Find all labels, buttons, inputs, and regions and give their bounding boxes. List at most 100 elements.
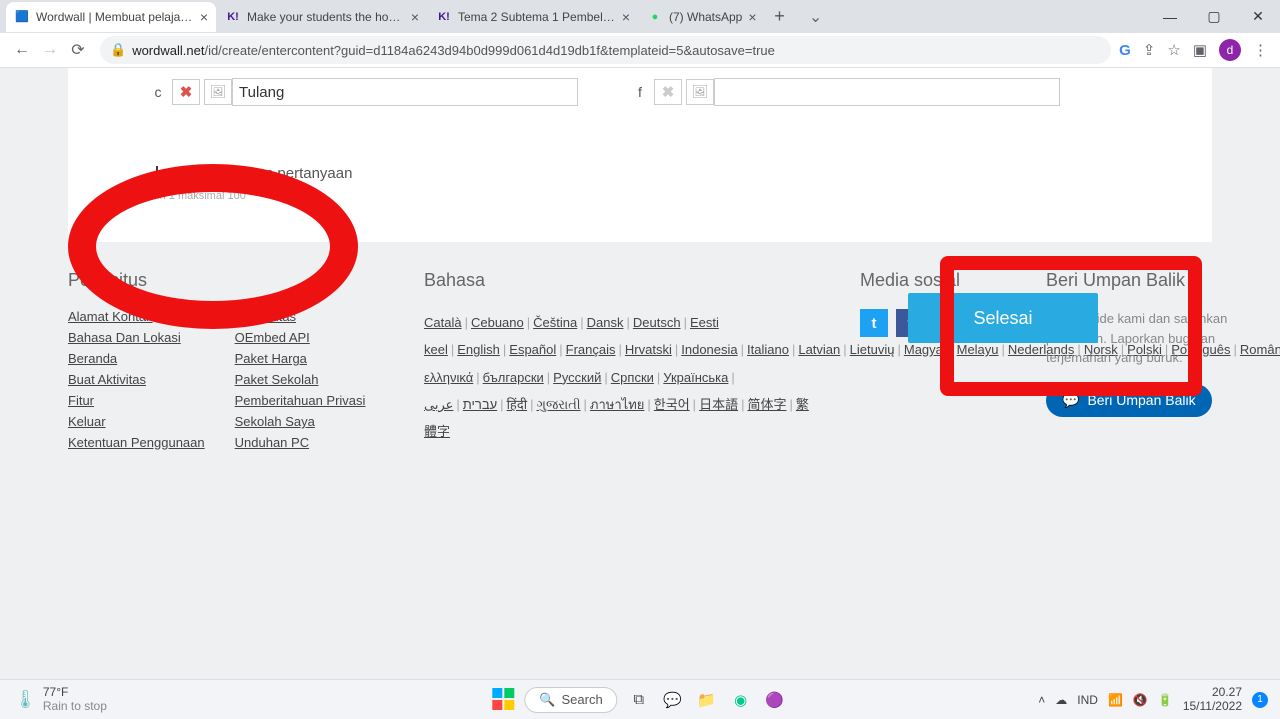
language-link[interactable]: English — [457, 342, 500, 357]
google-icon[interactable]: G — [1119, 42, 1131, 59]
url-input[interactable]: 🔒 wordwall.net/id/create/entercontent?gu… — [100, 36, 1111, 64]
language-link[interactable]: Español — [509, 342, 556, 357]
language-link[interactable]: 简体字 — [747, 397, 786, 412]
language-link[interactable]: عربى — [424, 397, 453, 412]
sitemap-link[interactable]: Paket Sekolah — [235, 372, 366, 387]
sitemap-link[interactable]: Ketentuan Penggunaan — [68, 435, 205, 450]
sitemap-link[interactable]: Paket Harga — [235, 351, 366, 366]
battery-icon[interactable]: 🔋 — [1158, 693, 1173, 707]
sitemap-link[interactable]: Komunitas — [235, 309, 366, 324]
tray-chevron-icon[interactable]: ˄ — [1038, 693, 1045, 707]
language-link[interactable]: Hrvatski — [625, 342, 672, 357]
chrome-menu-icon[interactable]: ⋮ — [1253, 41, 1268, 59]
share-icon[interactable]: ⇪ — [1143, 41, 1156, 59]
add-question-button[interactable]: ＋ Menambahkan pertanyaan — [148, 160, 352, 186]
delete-answer-button[interactable]: ✖ — [654, 79, 682, 105]
answer-c-input[interactable] — [232, 78, 578, 106]
language-link[interactable]: हिंदी — [507, 397, 528, 412]
search-label: Search — [561, 692, 602, 707]
language-link[interactable]: Српски — [611, 370, 654, 385]
tab-kahoot-2[interactable]: K! Tema 2 Subtema 1 Pembelajaran × — [428, 2, 638, 32]
sitemap-link[interactable]: Alamat Kontak — [68, 309, 205, 324]
language-link[interactable]: Dansk — [587, 315, 624, 330]
language-link[interactable]: ภาษาไทย — [590, 397, 644, 412]
reload-button[interactable]: ⟳ — [64, 36, 92, 64]
delete-answer-button[interactable]: ✖ — [172, 79, 200, 105]
language-indicator[interactable]: IND — [1077, 693, 1098, 707]
tab-title: Wordwall | Membuat pelajaran y — [36, 10, 194, 24]
taskbar-search[interactable]: 🔍 Search — [524, 687, 617, 713]
chat-icon: 💬 — [1062, 392, 1079, 409]
language-link[interactable]: Indonesia — [681, 342, 737, 357]
new-tab-button[interactable]: + — [766, 6, 794, 27]
language-link[interactable]: Català — [424, 315, 462, 330]
add-image-button[interactable]: 🖼 — [686, 79, 714, 105]
sitemap-link[interactable]: Beranda — [68, 351, 205, 366]
language-link[interactable]: Čeština — [533, 315, 577, 330]
social-heading: Media sosial — [860, 270, 1010, 291]
feedback-button[interactable]: 💬 Beri Umpan Balik — [1046, 384, 1212, 417]
edge-icon[interactable]: ◉ — [728, 687, 754, 713]
language-link[interactable]: български — [483, 370, 544, 385]
chrome-app-icon[interactable]: 🟣 — [762, 687, 788, 713]
language-link[interactable]: Українська — [663, 370, 728, 385]
language-link[interactable]: Français — [566, 342, 616, 357]
sitemap-link[interactable]: OEmbed API — [235, 330, 366, 345]
language-link[interactable]: ગુજરાતી — [537, 397, 581, 412]
language-link[interactable]: Cebuano — [471, 315, 524, 330]
tab-kahoot-1[interactable]: K! Make your students the hosts of × — [217, 2, 427, 32]
url-path: /id/create/entercontent?guid=d1184a6243d… — [204, 43, 774, 58]
language-link[interactable]: עברית — [463, 397, 497, 412]
tab-wordwall[interactable]: 🟦 Wordwall | Membuat pelajaran y × — [6, 2, 216, 32]
minimize-button[interactable]: — — [1148, 2, 1192, 32]
close-icon[interactable]: × — [411, 9, 419, 25]
weather-widget[interactable]: 🌡 77°F Rain to stop — [0, 686, 107, 712]
extensions-icon[interactable]: ▣ — [1193, 41, 1207, 59]
notification-badge[interactable]: 1 — [1252, 692, 1268, 708]
start-button[interactable] — [492, 688, 516, 712]
sitemap-link[interactable]: Fitur — [68, 393, 205, 408]
sitemap-link[interactable]: Keluar — [68, 414, 205, 429]
task-view-icon[interactable]: ⧉ — [626, 687, 652, 713]
tab-overflow-icon[interactable]: ⌄ — [794, 7, 838, 27]
volume-icon[interactable]: 🔇 — [1133, 693, 1148, 707]
sitemap-col-1: Alamat Kontak Bahasa Dan Lokasi Beranda Bua… — [68, 309, 205, 456]
sitemap-link[interactable]: Buat Aktivitas — [68, 372, 205, 387]
close-icon[interactable]: × — [748, 9, 756, 25]
twitter-icon[interactable]: t — [860, 309, 888, 337]
language-link[interactable]: ελληνικά — [424, 370, 473, 385]
tab-whatsapp[interactable]: ● (7) WhatsApp × — [639, 2, 765, 32]
language-link[interactable]: Русский — [553, 370, 601, 385]
sitemap-link[interactable]: Bahasa Dan Lokasi — [68, 330, 205, 345]
weather-desc: Rain to stop — [43, 700, 107, 713]
add-image-button[interactable]: 🖼 — [204, 79, 232, 105]
language-link[interactable]: 한국어 — [654, 397, 690, 412]
sitemap-link[interactable]: Sekolah Saya — [235, 414, 366, 429]
back-button[interactable]: ← — [8, 36, 36, 64]
answer-f-input[interactable] — [714, 78, 1060, 106]
close-icon[interactable]: × — [622, 9, 630, 25]
sitemap-link[interactable]: Unduhan PC — [235, 435, 366, 450]
wifi-icon[interactable]: 📶 — [1108, 693, 1123, 707]
close-icon[interactable]: × — [200, 9, 208, 25]
profile-avatar[interactable]: d — [1219, 39, 1241, 61]
search-icon: 🔍 — [539, 692, 555, 708]
forward-button[interactable]: → — [36, 36, 64, 64]
language-link[interactable]: Italiano — [747, 342, 789, 357]
language-link[interactable]: 日本語 — [699, 397, 738, 412]
clock[interactable]: 20.27 15/11/2022 — [1183, 686, 1242, 712]
bookmark-icon[interactable]: ☆ — [1167, 41, 1180, 59]
chat-app-icon[interactable]: 💬 — [660, 687, 686, 713]
close-window-button[interactable]: ✕ — [1236, 2, 1280, 32]
onedrive-icon[interactable]: ☁ — [1055, 693, 1067, 707]
time-label: 20.27 — [1183, 686, 1242, 699]
language-link[interactable]: Latvian — [798, 342, 840, 357]
language-heading: Bahasa — [424, 270, 824, 291]
sitemap-link[interactable]: Pemberitahuan Privasi — [235, 393, 366, 408]
answer-c-block: c ✖ 🖼 — [148, 78, 578, 106]
plus-icon: ＋ — [148, 160, 166, 186]
done-button[interactable]: Selesai — [908, 293, 1098, 343]
maximize-button[interactable]: ▢ — [1192, 2, 1236, 32]
language-link[interactable]: Deutsch — [633, 315, 681, 330]
file-explorer-icon[interactable]: 📁 — [694, 687, 720, 713]
